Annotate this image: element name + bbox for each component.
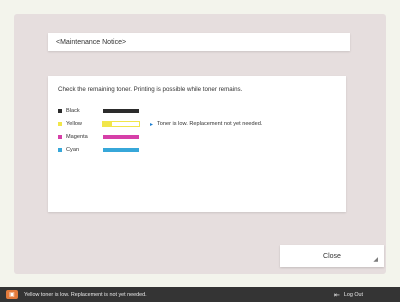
toner-level-fill — [103, 122, 112, 126]
toner-level-fill — [103, 135, 139, 139]
arrow-right-icon: ▸ — [150, 121, 154, 128]
screen: <Maintenance Notice> Check the remaining… — [0, 0, 400, 302]
dialog-message: Check the remaining toner. Printing is p… — [58, 86, 243, 93]
toner-level-fill — [103, 148, 139, 152]
logout-label: Log Out — [343, 291, 364, 298]
toner-level-bar — [102, 134, 140, 140]
printer-warning-icon: ▣ — [6, 290, 18, 299]
logout-icon: ⇤ — [334, 291, 340, 299]
toner-warning: ▸ Toner is low. Replacement not yet neede… — [150, 121, 262, 128]
toner-level-bar — [102, 121, 140, 127]
toner-color-dot — [58, 148, 62, 152]
logout-button[interactable]: ⇤ Log Out — [334, 287, 363, 302]
dialog-content: Check the remaining toner. Printing is p… — [48, 76, 346, 212]
close-button-label: Close — [323, 252, 341, 260]
toner-row: Magenta — [58, 131, 336, 143]
toner-name: Yellow — [66, 121, 82, 127]
dialog-title: <Maintenance Notice> — [56, 38, 127, 46]
toner-level-fill — [103, 109, 139, 113]
corner-resize-icon: ◢ — [373, 257, 378, 263]
dialog-title-bar: <Maintenance Notice> — [48, 33, 350, 51]
toner-color-dot — [58, 109, 62, 113]
close-button[interactable]: Close ◢ — [280, 245, 384, 267]
toner-color-dot — [58, 135, 62, 139]
toner-name: Cyan — [66, 147, 80, 153]
toner-level-bar — [102, 108, 140, 114]
toner-color-dot — [58, 122, 62, 126]
toner-name: Black — [66, 108, 80, 114]
toner-row: Black — [58, 105, 336, 117]
toner-row: Yellow ▸ Toner is low. Replacement not yet… — [58, 118, 336, 130]
toner-row: Cyan — [58, 144, 336, 156]
toner-warning-text: Toner is low. Replacement not yet needed… — [157, 121, 263, 127]
status-message: Yellow toner is low. Replacement is not … — [24, 291, 147, 298]
toner-name: Magenta — [66, 134, 88, 140]
toner-list: Black Yellow ▸ Toner is low. Replacement no… — [58, 105, 336, 156]
toner-level-bar — [102, 147, 140, 153]
status-bar: ▣ Yellow toner is low. Replacement is no… — [0, 287, 400, 302]
